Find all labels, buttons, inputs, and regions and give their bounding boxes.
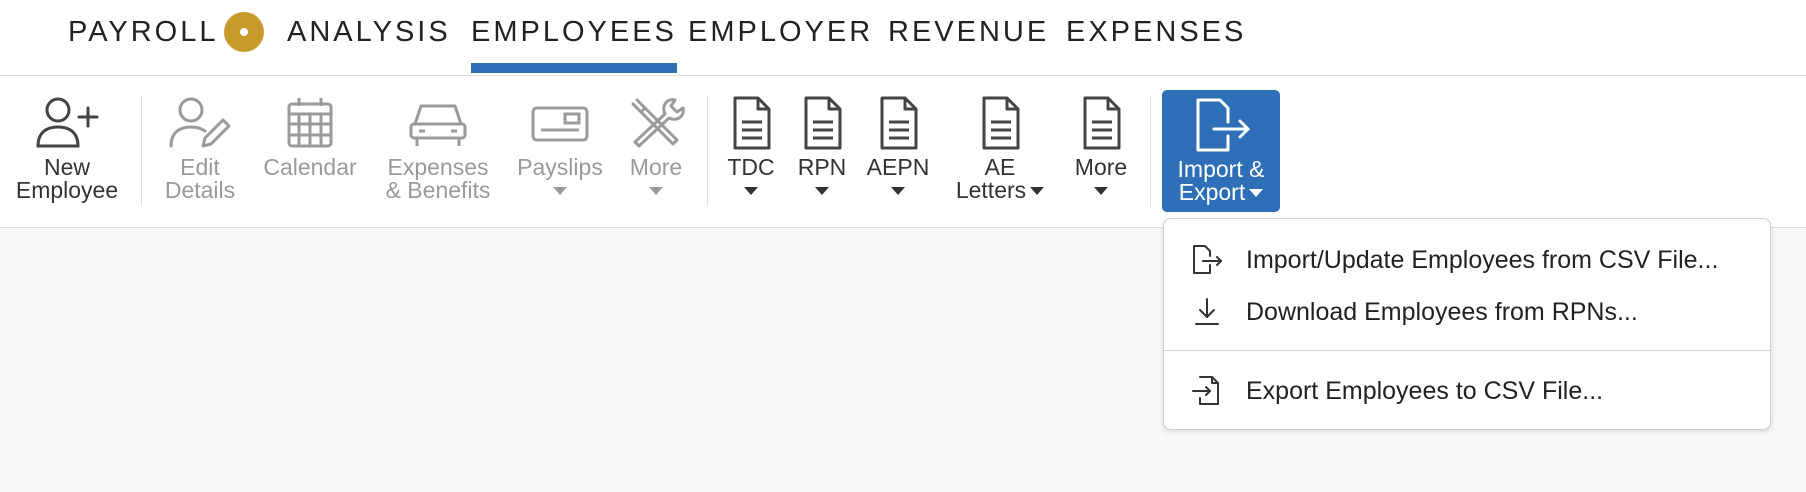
menu-item-download-rpns[interactable]: Download Employees from RPNs... [1164,288,1770,336]
document-icon [967,96,1033,150]
nav-tab-employer[interactable]: EMPLOYER [688,12,873,52]
label-line: Edit [180,154,220,180]
chevron-down-icon [1030,186,1045,195]
nav-tab-employees[interactable]: EMPLOYEES [471,12,677,73]
label-line: Letters [955,177,1045,203]
menu-item-import-csv[interactable]: Import/Update Employees from CSV File... [1164,236,1770,284]
expenses-benefits-label: Expenses & Benefits [386,156,491,202]
payslips-button[interactable]: Payslips [514,76,606,228]
nav-tab-label: EXPENSES [1066,16,1247,48]
edit-details-button[interactable]: Edit Details [156,76,244,228]
payroll-status-icon [224,12,265,52]
more-documents-button[interactable]: More [1066,76,1136,228]
file-export-icon [1188,98,1254,152]
aepn-label: AEPN [866,154,930,180]
nav-tab-analysis[interactable]: ANALYSIS [287,12,451,52]
label-text: Export [1178,179,1246,205]
aepn-button[interactable]: AEPN [860,76,936,228]
chevron-down-icon [744,187,758,195]
rpn-label: RPN [797,154,847,180]
document-icon [718,96,784,150]
label-line: New [43,154,90,180]
tdc-button[interactable]: TDC [718,76,784,228]
toolbar-divider [1150,96,1151,206]
chevron-down-icon [815,187,829,195]
calendar-button[interactable]: Calendar [260,76,360,228]
calendar-label: Calendar [263,154,357,180]
nav-tab-label: PAYROLL [68,16,219,48]
menu-item-label: Export Employees to CSV File... [1246,376,1604,405]
tools-icon [623,96,689,150]
edit-details-label: Edit Details [165,156,235,202]
import-export-label: Import & Export [1178,158,1265,204]
nav-tab-label: REVENUE [888,16,1050,48]
ae-letters-button[interactable]: AE Letters [948,76,1052,228]
chevron-down-icon [649,187,663,195]
import-export-button[interactable]: Import & Export [1162,90,1280,212]
new-employee-label: New Employee [16,156,118,202]
new-employee-button[interactable]: New Employee [8,76,126,228]
label-line: Employee [15,177,119,203]
nav-tab-label: EMPLOYER [688,16,874,48]
chevron-down-icon [1249,188,1264,197]
document-icon [789,96,855,150]
label-line: Details [164,177,236,203]
label-line: & Benefits [385,177,491,203]
chevron-down-icon [553,187,567,195]
chevron-down-icon [891,187,905,195]
tdc-label: TDC [727,154,775,180]
document-icon [1068,96,1134,150]
toolbar-divider [707,96,708,206]
nav-tab-revenue[interactable]: REVENUE [888,12,1049,52]
rpn-button[interactable]: RPN [788,76,856,228]
label-line: AE [984,154,1016,180]
car-icon [405,96,471,150]
chevron-down-icon [1094,187,1108,195]
payslips-label: Payslips [517,154,603,180]
calendar-icon [277,96,343,150]
menu-item-label: Download Employees from RPNs... [1246,297,1638,326]
toolbar-divider [141,96,142,206]
menu-item-export-csv[interactable]: Export Employees to CSV File... [1164,367,1770,415]
document-icon [865,96,931,150]
file-export-icon [1190,374,1224,408]
top-nav: PAYROLL ANALYSIS EMPLOYEES EMPLOYER REVE… [0,0,1806,76]
menu-divider [1164,350,1770,351]
more-documents-label: More [1074,154,1128,180]
label-line: Expenses [387,154,489,180]
file-import-icon [1190,243,1224,277]
user-edit-icon [167,96,233,150]
label-line: Import & [1177,156,1265,182]
payslip-icon [527,96,593,150]
user-plus-icon [34,96,100,150]
label-line: Export [1178,181,1265,204]
nav-tab-expenses[interactable]: EXPENSES [1066,12,1246,52]
menu-item-label: Import/Update Employees from CSV File... [1246,245,1719,274]
label-text: Letters [955,177,1027,203]
more-tools-button[interactable]: More [620,76,692,228]
nav-tab-payroll[interactable]: PAYROLL [68,12,265,52]
more-tools-label: More [629,154,683,180]
download-icon [1190,295,1224,329]
nav-tab-label: EMPLOYEES [471,16,677,48]
import-export-menu: Import/Update Employees from CSV File...… [1163,218,1771,430]
ribbon-toolbar: New Employee Edit Details Calendar Expen… [0,76,1806,228]
nav-tab-label: ANALYSIS [287,16,451,48]
ae-letters-label: AE Letters [955,154,1045,203]
expenses-benefits-button[interactable]: Expenses & Benefits [378,76,498,228]
